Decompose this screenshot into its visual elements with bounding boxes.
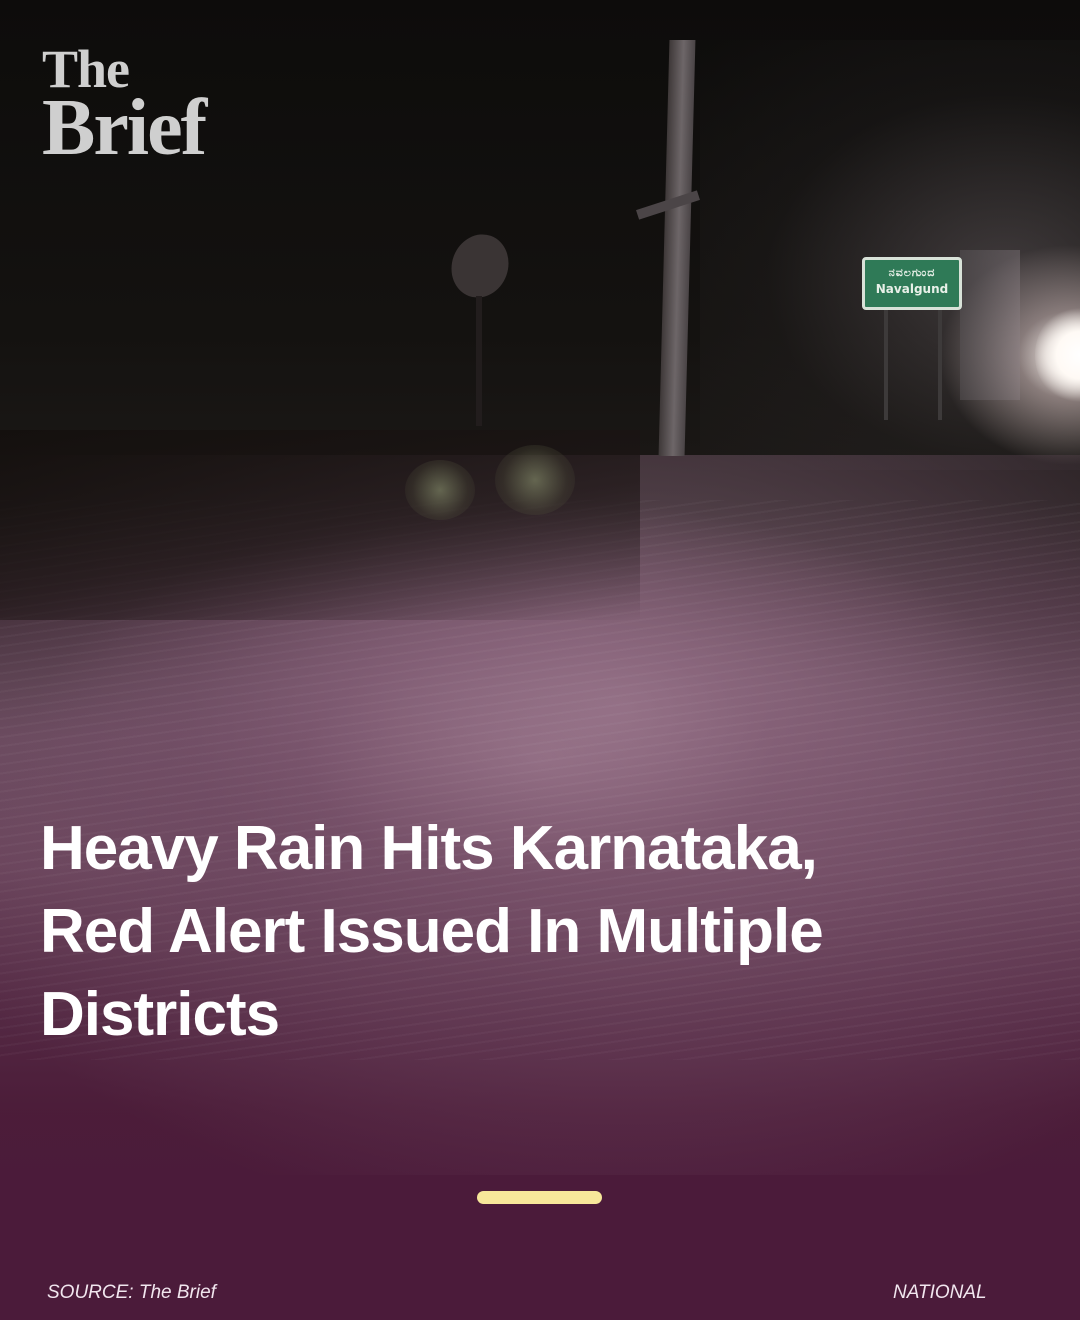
news-card: ನವಲಗುಂದ Navalgund The Brief Heavy Rain H… — [0, 0, 1080, 1320]
brand-logo: The Brief — [42, 42, 207, 172]
town-name-kannada: ನವಲಗುಂದ — [888, 266, 936, 279]
town-sign-post — [884, 310, 888, 420]
traffic-sign-post — [476, 296, 482, 426]
source-credit: SOURCE: The Brief — [47, 1282, 216, 1303]
roadside-wall — [960, 250, 1020, 400]
electric-pole — [658, 40, 696, 456]
headline: Heavy Rain Hits Karnataka, Red Alert Iss… — [40, 814, 824, 1049]
brand-logo-line2: Brief — [42, 84, 207, 172]
fog-haze — [700, 40, 1080, 470]
town-sign-post — [938, 310, 942, 420]
category-label: NATIONAL — [893, 1282, 987, 1303]
town-name-english: Navalgund — [875, 282, 949, 296]
town-name-sign: ನವಲಗುಂದ Navalgund — [862, 257, 962, 310]
carousel-indicator[interactable] — [477, 1191, 602, 1204]
roadside-bush — [495, 445, 575, 515]
roadside-bush — [405, 460, 475, 520]
traffic-sign — [442, 226, 518, 306]
